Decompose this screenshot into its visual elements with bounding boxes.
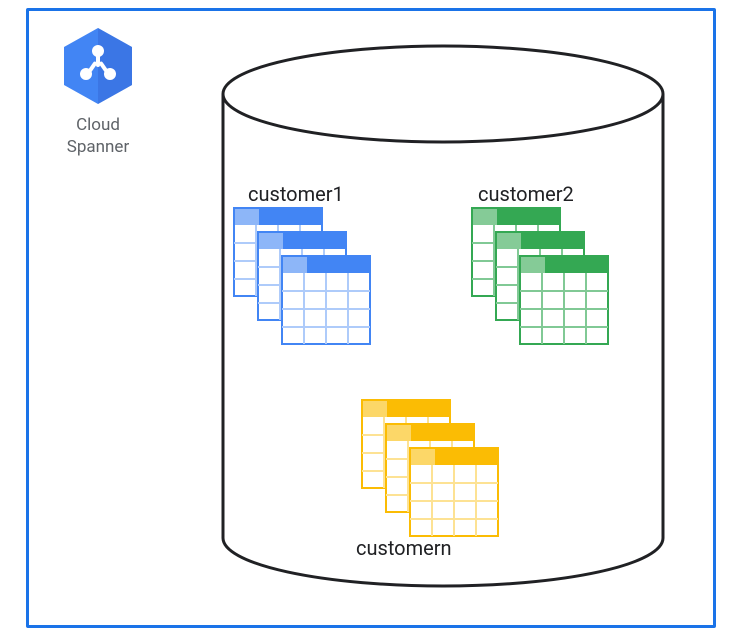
cloud-spanner-label: Cloud Spanner (50, 114, 146, 158)
table-icon (518, 254, 610, 346)
customern-tables (360, 398, 530, 538)
customer2-tables (470, 206, 640, 346)
customern-label: customern (356, 536, 452, 560)
customer2-label: customer2 (478, 182, 574, 206)
cloud-spanner-product: Cloud Spanner (50, 26, 146, 158)
table-icon (408, 446, 500, 538)
cloud-spanner-icon (58, 26, 138, 106)
customer1-label: customer1 (248, 182, 344, 206)
customer1-tables (232, 206, 402, 346)
table-icon (280, 254, 372, 346)
